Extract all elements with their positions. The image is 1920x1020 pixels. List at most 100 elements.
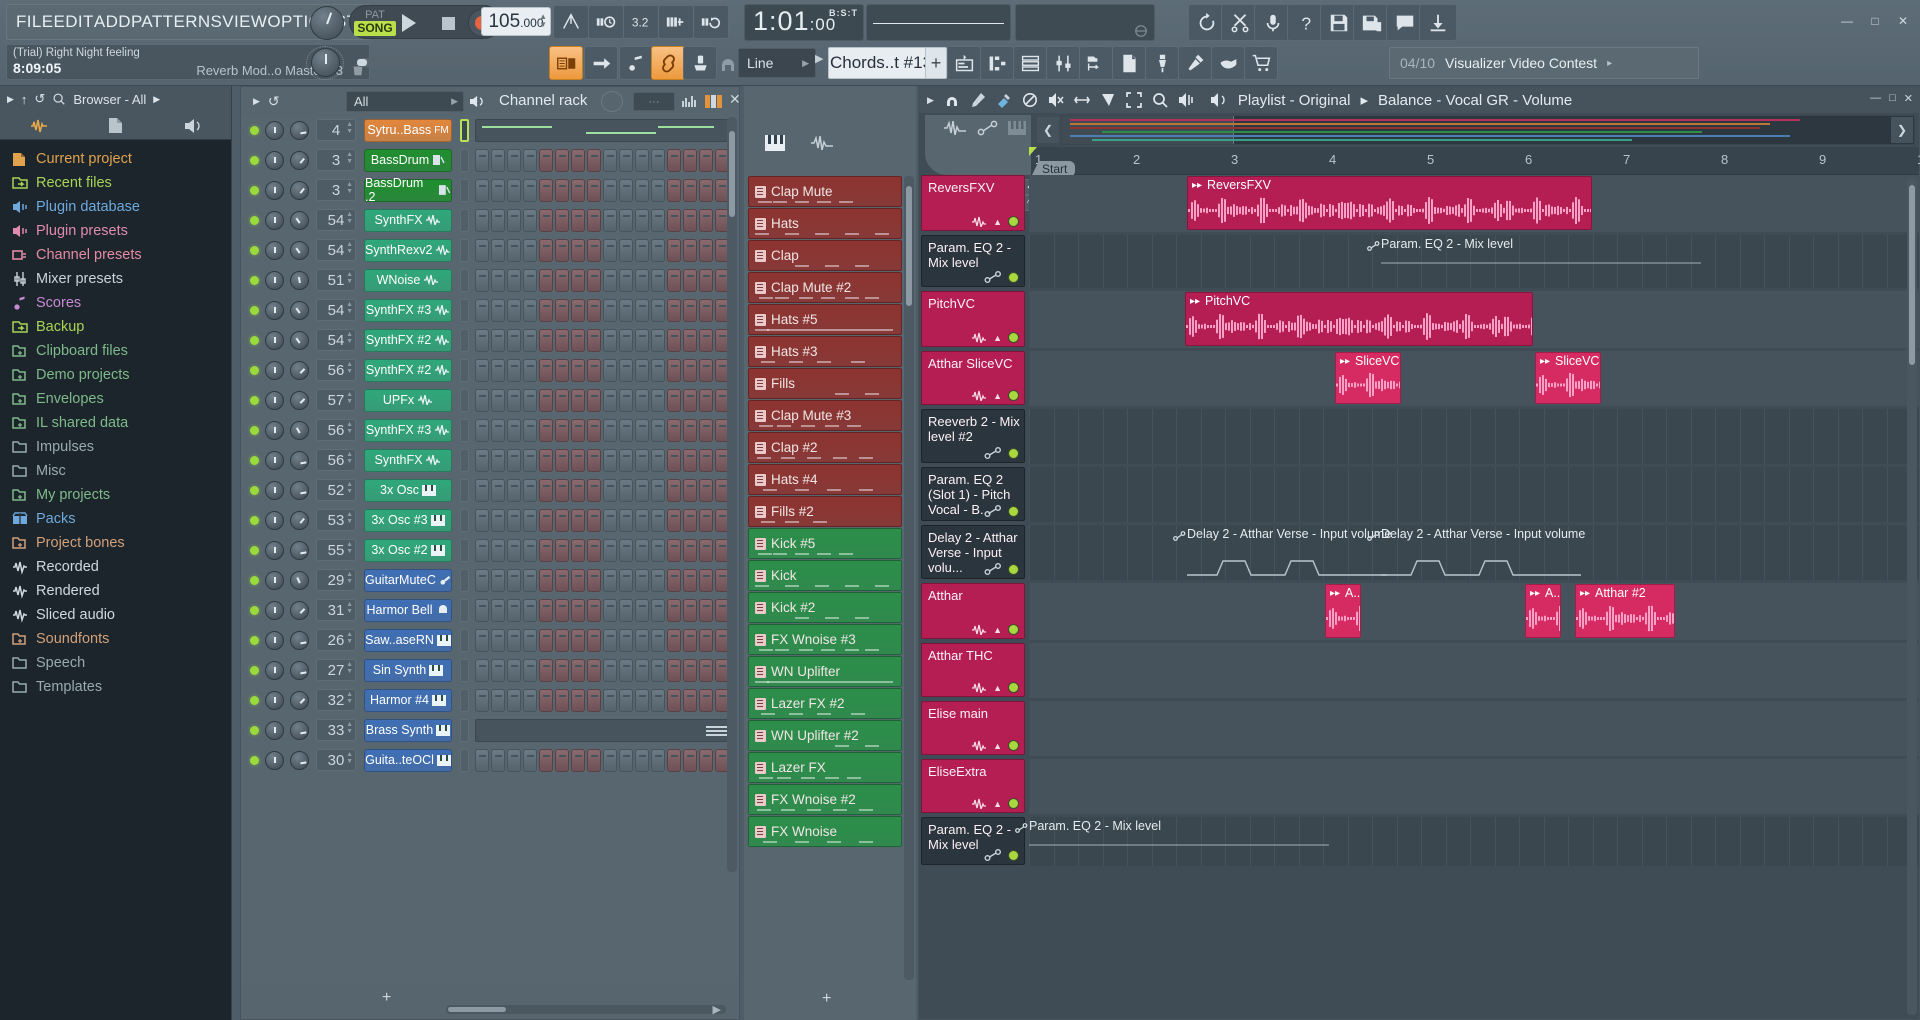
close-button[interactable]: ✕ xyxy=(1890,10,1916,32)
channel-row[interactable]: 55▲▼3x Osc #2 xyxy=(241,535,739,565)
step-button[interactable] xyxy=(587,149,601,172)
step-button[interactable] xyxy=(539,479,553,502)
channel-mixer-number[interactable]: 29▲▼ xyxy=(316,569,356,591)
pattern-item[interactable]: Hats #3 xyxy=(748,336,902,367)
channel-enable-led[interactable] xyxy=(250,726,259,735)
step-button[interactable] xyxy=(635,449,649,472)
step-button[interactable] xyxy=(587,479,601,502)
track-header[interactable]: Delay 2 - Atthar Verse - Input volu... xyxy=(921,525,1025,579)
step-button[interactable] xyxy=(491,359,505,382)
menu-patterns[interactable]: PATTERNS xyxy=(131,12,222,32)
step-button[interactable] xyxy=(635,509,649,532)
step-button[interactable] xyxy=(667,329,681,352)
channel-volume-knob[interactable] xyxy=(290,571,309,590)
step-button[interactable] xyxy=(491,419,505,442)
step-button[interactable] xyxy=(507,269,521,292)
step-button[interactable] xyxy=(619,239,633,262)
step-button[interactable] xyxy=(523,299,537,322)
channel-rack-vscrollbar[interactable] xyxy=(727,117,737,872)
channel-name-button[interactable]: SynthFX xyxy=(364,449,452,472)
channel-pan-knob[interactable] xyxy=(265,691,284,710)
step-button[interactable] xyxy=(523,239,537,262)
step-button[interactable] xyxy=(603,509,617,532)
pattern-item[interactable]: Clap Mute #2 xyxy=(748,272,902,303)
overview-left-button[interactable]: ❮ xyxy=(1037,117,1059,143)
channel-enable-led[interactable] xyxy=(250,276,259,285)
pattern-item[interactable]: Hats xyxy=(748,208,902,239)
channel-pan-knob[interactable] xyxy=(265,661,284,680)
step-button[interactable] xyxy=(539,209,553,232)
step-button[interactable] xyxy=(571,509,585,532)
step-button[interactable] xyxy=(603,599,617,622)
step-button[interactable] xyxy=(555,269,569,292)
step-sequencer[interactable] xyxy=(475,329,729,352)
count-in-icon-button[interactable]: 3.2 xyxy=(623,5,659,39)
step-button[interactable] xyxy=(651,509,665,532)
paint-tool-icon[interactable] xyxy=(996,92,1012,108)
channel-row[interactable]: 3▲▼BassDrum xyxy=(241,145,739,175)
step-button[interactable] xyxy=(523,419,537,442)
step-button[interactable] xyxy=(555,629,569,652)
track-enable-led[interactable] xyxy=(1008,850,1019,861)
channel-select-indicator[interactable] xyxy=(460,569,469,592)
channel-enable-led[interactable] xyxy=(250,516,259,525)
step-button[interactable] xyxy=(603,659,617,682)
channel-select-indicator[interactable] xyxy=(460,329,469,352)
channel-select-indicator[interactable] xyxy=(460,239,469,262)
step-button[interactable] xyxy=(507,749,521,772)
step-button[interactable] xyxy=(523,209,537,232)
step-button[interactable] xyxy=(539,749,553,772)
step-button[interactable] xyxy=(683,569,697,592)
track-enable-led[interactable] xyxy=(1008,448,1019,459)
pattern-select[interactable]: Chords..t #13 xyxy=(828,47,934,79)
channel-row[interactable]: 54▲▼SynthFX #3 xyxy=(241,295,739,325)
step-button[interactable] xyxy=(587,629,601,652)
step-button[interactable] xyxy=(491,389,505,412)
channel-row[interactable]: 26▲▼Saw..aseRN xyxy=(241,625,739,655)
channel-volume-knob[interactable] xyxy=(290,211,309,230)
step-button[interactable] xyxy=(651,749,665,772)
channel-select-indicator[interactable] xyxy=(460,149,469,172)
step-button[interactable] xyxy=(523,179,537,202)
channel-row[interactable]: 54▲▼SynthFX #2 xyxy=(241,325,739,355)
cr-value-box[interactable]: ··· xyxy=(633,92,675,111)
channel-row[interactable]: 54▲▼SynthFX xyxy=(241,205,739,235)
channel-pan-knob[interactable] xyxy=(265,601,284,620)
step-button[interactable] xyxy=(603,389,617,412)
step-button[interactable] xyxy=(523,449,537,472)
track-lane[interactable]: ▸▸A..r▸▸A..r▸▸Atthar #2 xyxy=(1029,583,1919,640)
channel-select-indicator[interactable] xyxy=(460,599,469,622)
link-icon-button[interactable] xyxy=(651,46,685,80)
channel-volume-knob[interactable] xyxy=(290,421,309,440)
channel-select-indicator[interactable] xyxy=(460,179,469,202)
step-button[interactable] xyxy=(491,449,505,472)
step-button[interactable] xyxy=(539,659,553,682)
pattern-item[interactable]: Kick #5 xyxy=(748,528,902,559)
channel-pan-knob[interactable] xyxy=(265,391,284,410)
step-button[interactable] xyxy=(619,539,633,562)
download-icon-button[interactable] xyxy=(1419,4,1457,41)
step-button[interactable] xyxy=(683,209,697,232)
step-button[interactable] xyxy=(587,509,601,532)
step-button[interactable] xyxy=(587,599,601,622)
step-button[interactable] xyxy=(619,659,633,682)
step-button[interactable] xyxy=(619,269,633,292)
channel-row[interactable]: 53▲▼3x Osc #3 xyxy=(241,505,739,535)
step-button[interactable] xyxy=(667,569,681,592)
step-sequencer[interactable] xyxy=(475,539,729,562)
step-button[interactable] xyxy=(683,329,697,352)
track-header[interactable]: Elise main▲ xyxy=(921,701,1025,755)
step-button[interactable] xyxy=(555,569,569,592)
channel-mixer-number[interactable]: 3▲▼ xyxy=(316,149,356,171)
channel-name-button[interactable]: Guita..teOCl xyxy=(364,749,452,772)
step-button[interactable] xyxy=(491,749,505,772)
channel-enable-led[interactable] xyxy=(250,336,259,345)
step-button[interactable] xyxy=(699,389,713,412)
step-button[interactable] xyxy=(507,599,521,622)
step-button[interactable] xyxy=(555,659,569,682)
channel-enable-led[interactable] xyxy=(250,246,259,255)
step-button[interactable] xyxy=(587,269,601,292)
pattern-item[interactable]: FX Wnoise xyxy=(748,816,902,847)
picker-piano-icon[interactable] xyxy=(764,134,786,157)
step-button[interactable] xyxy=(651,179,665,202)
